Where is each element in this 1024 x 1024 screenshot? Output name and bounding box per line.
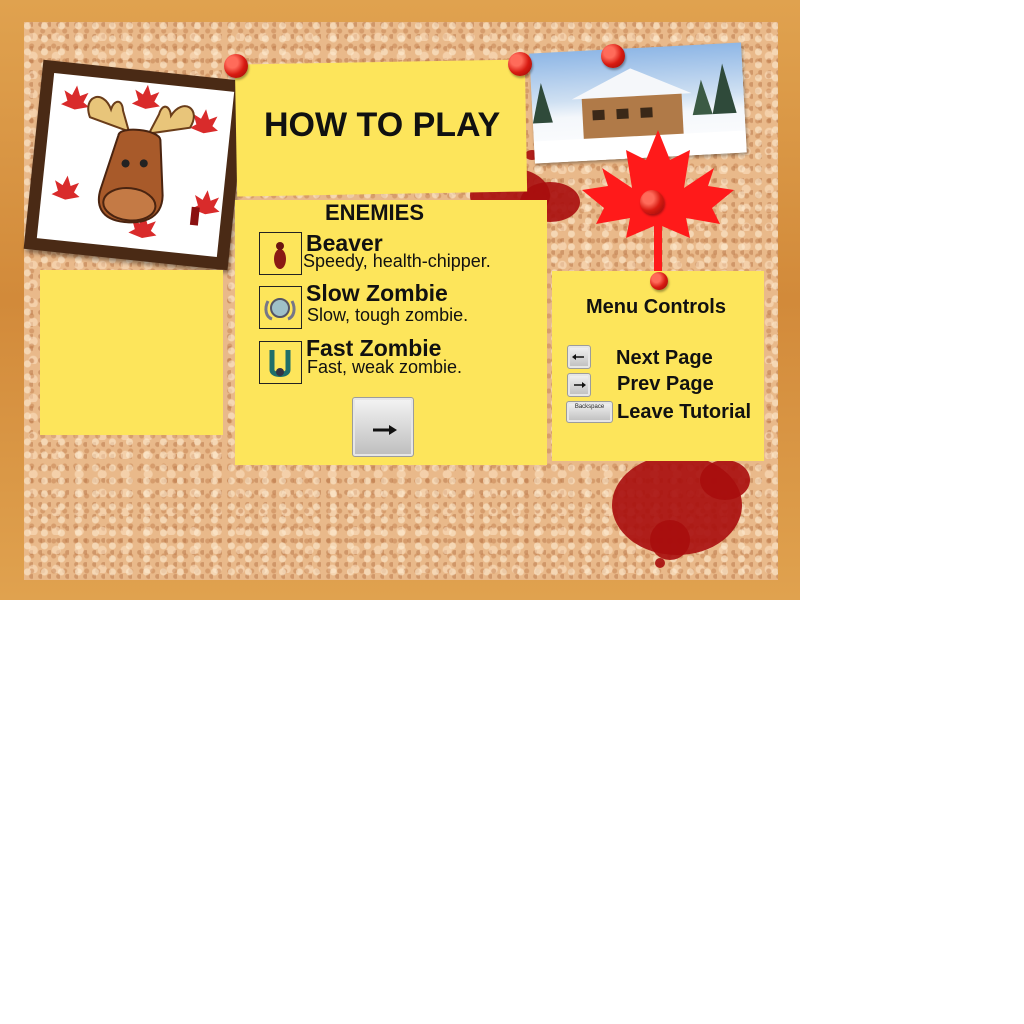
moose-icon (51, 84, 220, 238)
slow-zombie-icon (259, 286, 302, 329)
moose-picture-frame (23, 59, 248, 271)
menu-label-prev-page: Prev Page (617, 373, 714, 395)
enemies-heading: ENEMIES (325, 200, 425, 225)
enemy-description-slow-zombie: Slow, tough zombie. (307, 305, 469, 325)
backspace-key-label: Backspace (574, 404, 605, 410)
menu-label-next-page: Next Page (616, 347, 713, 369)
pushpin-icon (650, 272, 668, 290)
pushpin-icon (601, 44, 625, 68)
menu-label-leave-tutorial: Leave Tutorial (617, 401, 752, 423)
right-arrow-key-icon (567, 373, 591, 397)
enemy-description-fast-zombie: Fast, weak zombie. (307, 357, 463, 377)
backspace-key-icon: Backspace (566, 401, 613, 423)
pushpin-icon (508, 52, 532, 76)
enemy-description-beaver: Speedy, health-chipper. (303, 251, 491, 271)
enemy-name-slow-zombie: Slow Zombie (306, 280, 448, 306)
beaver-icon (259, 232, 302, 275)
blank-note (40, 270, 223, 435)
right-arrow-key-icon (373, 425, 397, 435)
pushpin-icon (224, 54, 248, 78)
fast-zombie-icon (259, 341, 302, 384)
moose-picture (36, 72, 235, 258)
next-page-key-button[interactable] (352, 397, 414, 457)
page-title: HOW TO PLAY (264, 106, 501, 144)
menu-controls-heading: Menu Controls (586, 296, 726, 318)
left-arrow-key-icon (567, 345, 591, 369)
pushpin-icon (640, 190, 664, 214)
